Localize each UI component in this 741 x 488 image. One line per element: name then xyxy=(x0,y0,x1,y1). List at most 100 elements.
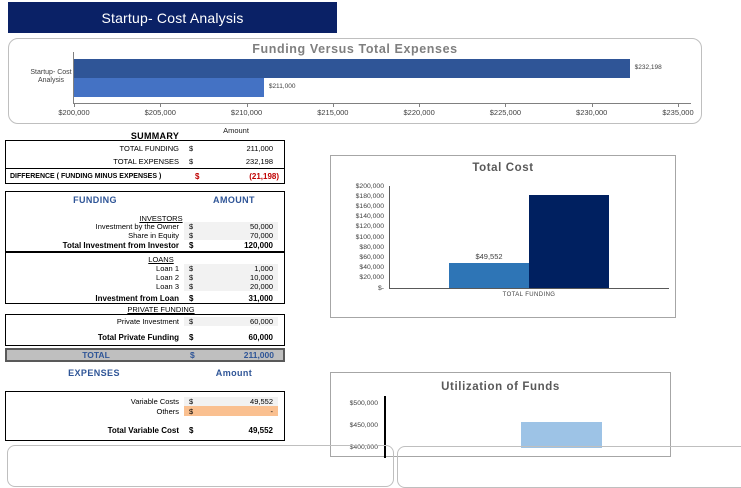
investors-subheader-row: INVESTORS xyxy=(6,214,284,223)
table-row: Loan 3 $20,000 xyxy=(6,282,284,291)
private-funding-rows: Private Investment $60,000 Total Private F… xyxy=(6,317,284,343)
x-tick-mark xyxy=(160,103,162,107)
variable-cost-bar xyxy=(449,262,529,288)
x-tick-mark xyxy=(591,103,593,107)
x-category-label: TOTAL FUNDING xyxy=(502,292,556,298)
y-tick-label: $200,000 xyxy=(355,182,384,190)
row-amount-cells[interactable]: $10,000 xyxy=(184,273,278,282)
y-tick-label: $- xyxy=(377,284,384,292)
x-tick-label: $205,000 xyxy=(144,108,176,117)
row-value: - xyxy=(270,406,274,416)
private-funding-subheader-row: PRIVATE FUNDING xyxy=(5,305,285,314)
table-row: TOTAL FUNDING $211,000 xyxy=(6,142,284,155)
funding-total-cells: $ 211,000 xyxy=(185,350,279,360)
funding-amount-header: AMOUNT xyxy=(213,195,255,205)
x-tick-label: $220,000 xyxy=(403,108,435,117)
total-funding-bar xyxy=(74,78,264,97)
funding-loans-table: LOANS Loan 1 $1,000 Loan 2 $10,000 Loan 3 $20… xyxy=(5,252,285,304)
row-amount-cells[interactable]: $1,000 xyxy=(184,264,278,273)
x-tick-mark xyxy=(246,103,248,107)
difference-currency: $ xyxy=(195,171,200,181)
summary-amount-header: Amount xyxy=(223,126,249,135)
x-tick-mark xyxy=(678,103,679,107)
row-value: 31,000 xyxy=(248,294,273,303)
x-tick-mark xyxy=(419,103,421,107)
row-currency: $ xyxy=(189,317,194,326)
x-tick-label: $210,000 xyxy=(230,108,263,117)
row-value: 1,000 xyxy=(254,264,273,273)
bar-data-label: $232,198 xyxy=(634,64,662,71)
row-currency: $ xyxy=(189,144,194,153)
row-amount-cells[interactable]: $50,000 xyxy=(184,222,278,231)
row-amount-cells: $120,000 xyxy=(184,240,278,251)
funding-total-label: TOTAL xyxy=(82,350,110,360)
row-currency: $ xyxy=(189,273,194,282)
row-label: TOTAL EXPENSES xyxy=(113,157,179,166)
funding-header-row: FUNDING AMOUNT xyxy=(6,194,284,206)
table-row: Share in Equity $70,000 xyxy=(6,231,284,240)
chart-title: Total Cost xyxy=(472,162,534,174)
funding-total-row: TOTAL $ 211,000 xyxy=(5,348,285,362)
loans-rows: Loan 1 $1,000 Loan 2 $10,000 Loan 3 $20,000 In… xyxy=(6,264,284,304)
row-value: 60,000 xyxy=(248,333,273,342)
row-label: Others xyxy=(156,406,179,416)
y-tick-label: $140,000 xyxy=(355,213,384,221)
row-currency: $ xyxy=(189,231,194,240)
row-value: 211,000 xyxy=(246,144,273,153)
row-amount-cells: $60,000 xyxy=(184,332,278,343)
row-value: 120,000 xyxy=(244,241,273,250)
x-axis-line xyxy=(73,103,691,104)
y-axis-line xyxy=(389,186,390,288)
table-row: Loan 2 $10,000 xyxy=(6,273,284,282)
row-label: Total Variable Cost xyxy=(107,426,179,435)
expenses-rows: Variable Costs $49,552 Others $ - Total Varia… xyxy=(6,397,284,436)
startup-cost-dashboard: { "title": "Startup- Cost Analysis", "co… xyxy=(0,0,741,488)
row-label: TOTAL FUNDING xyxy=(119,144,179,153)
row-currency: $ xyxy=(189,333,194,342)
row-label: Investment by the Owner xyxy=(95,222,179,231)
chart-title: Funding Versus Total Expenses xyxy=(252,42,458,56)
y-tick-label: $40,000 xyxy=(359,264,384,272)
y-tick-label: $20,000 xyxy=(359,274,384,282)
y-tick-label: $120,000 xyxy=(355,223,384,231)
row-currency: $ xyxy=(189,294,194,303)
row-amount-cells[interactable]: $ - xyxy=(184,406,278,416)
x-tick-label: $230,000 xyxy=(576,108,608,117)
x-tick-label: $215,000 xyxy=(317,108,349,117)
x-tick-mark xyxy=(332,103,334,107)
funding-total-value: 211,000 xyxy=(243,350,274,360)
row-amount-cells[interactable]: $70,000 xyxy=(184,231,278,240)
y-tick-label: $60,000 xyxy=(359,253,384,261)
row-label: Loan 2 xyxy=(156,273,179,282)
total-row: Total Private Funding $60,000 xyxy=(6,332,284,343)
table-row: TOTAL EXPENSES $232,198 xyxy=(6,155,284,168)
expenses-header-row: EXPENSES Amount xyxy=(5,367,285,378)
row-value: 70,000 xyxy=(250,231,273,240)
row-currency: $ xyxy=(189,264,194,273)
y-tick-label: $100,000 xyxy=(355,233,384,241)
row-currency: $ xyxy=(189,397,194,406)
funding-vs-expenses-chart: Funding Versus Total Expenses Startup- C… xyxy=(8,38,702,124)
y-tick-label: $180,000 xyxy=(355,192,384,200)
private-funding-table: Private Investment $60,000 Total Private F… xyxy=(5,314,285,346)
row-currency: $ xyxy=(189,426,194,435)
x-tick-mark xyxy=(505,103,507,107)
row-amount-cells[interactable]: $60,000 xyxy=(184,317,278,326)
loans-subheader-row: LOANS xyxy=(6,255,284,264)
funds-bar xyxy=(521,422,602,448)
row-amount-cells: $31,000 xyxy=(184,293,278,304)
fixed-cost-bar xyxy=(529,194,609,288)
difference-value: (21,198) xyxy=(249,171,279,181)
difference-cells: $ (21,198) xyxy=(190,169,284,183)
row-value: 60,000 xyxy=(250,317,273,326)
difference-row: DIFFERENCE ( FUNDING MINUS EXPENSES ) $ … xyxy=(5,168,285,184)
row-amount-cells[interactable]: $49,552 xyxy=(184,397,278,406)
row-currency: $ xyxy=(189,406,194,416)
row-currency: $ xyxy=(189,157,194,166)
row-label: Private Investment xyxy=(116,317,179,326)
table-row: Private Investment $60,000 xyxy=(6,317,284,326)
total-row: Investment from Loan $31,000 xyxy=(6,293,284,304)
category-axis-label-line2: Analysis xyxy=(37,77,65,84)
row-amount-cells[interactable]: $20,000 xyxy=(184,282,278,291)
